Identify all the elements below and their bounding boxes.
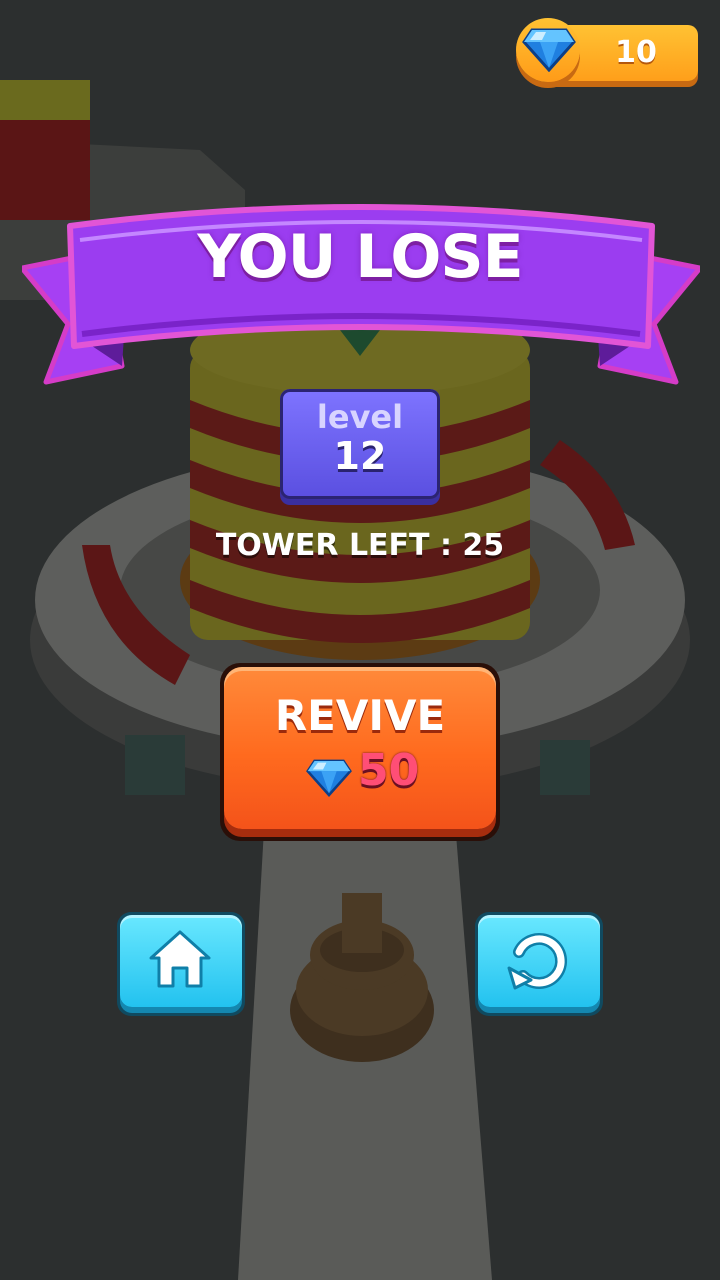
restart-button[interactable] xyxy=(475,912,603,1016)
gem-count: 10 xyxy=(615,35,657,70)
gem-counter: 10 xyxy=(516,18,698,90)
gem-icon xyxy=(306,759,352,797)
level-badge: level 12 xyxy=(280,389,440,499)
revive-button[interactable]: REVIVE 50 xyxy=(220,663,500,841)
game-scene-background xyxy=(0,0,720,1280)
restart-icon xyxy=(507,933,568,990)
gem-icon xyxy=(516,18,580,82)
home-icon xyxy=(149,930,211,988)
home-button[interactable] xyxy=(117,912,245,1016)
tower-left-text: TOWER LEFT : 25 xyxy=(215,528,505,563)
result-title: YOU LOSE xyxy=(197,222,523,292)
revive-cost: 50 xyxy=(358,745,420,796)
level-number: 12 xyxy=(333,434,387,478)
revive-label: REVIVE xyxy=(274,691,446,740)
level-label: level xyxy=(316,398,404,436)
